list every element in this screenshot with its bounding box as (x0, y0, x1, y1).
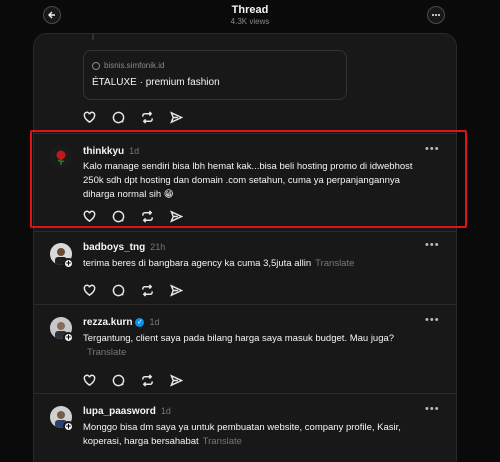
repost-button[interactable] (140, 110, 155, 125)
post-text-content: Monggo bisa dm saya ya untuk pembuatan w… (83, 422, 401, 447)
username-text[interactable]: lupa_paasword (83, 406, 156, 417)
heart-icon (83, 374, 96, 387)
post-time: 1d (149, 317, 160, 327)
post-time: 21h (150, 242, 166, 252)
comment-icon (112, 374, 125, 387)
reply-button[interactable] (111, 110, 126, 125)
top-bar: Thread 4.3K views (0, 0, 500, 34)
comment-icon (112, 284, 125, 297)
username[interactable]: rezza.kurn ✓ 1d (83, 317, 159, 328)
repost-icon (142, 284, 153, 297)
translate-link[interactable]: Translate (203, 436, 242, 447)
comment-icon (112, 111, 125, 124)
view-count: 4.3K views (230, 17, 270, 26)
send-icon (170, 374, 183, 387)
link-domain: bisnis.simfonik.id (104, 61, 165, 70)
page-title: Thread (231, 4, 269, 16)
reply-button[interactable] (111, 283, 126, 298)
post-text: Monggo bisa dm saya ya untuk pembuatan w… (83, 421, 433, 449)
translate-link[interactable]: Translate (315, 258, 354, 269)
like-button[interactable] (82, 373, 97, 388)
post-time: 1d (160, 406, 171, 416)
username[interactable]: lupa_paasword 1d (83, 406, 171, 417)
post-text: Tergantung, client saya pada bilang harg… (83, 332, 433, 360)
thread-connector (92, 34, 94, 40)
globe-icon (92, 61, 100, 70)
reply-post: + badboys_tng 21h ••• terima beres di ban… (34, 232, 456, 304)
username-text[interactable]: badboys_tng (83, 242, 145, 253)
reply-button[interactable] (111, 373, 126, 388)
post-actions (82, 283, 184, 298)
send-icon (170, 284, 183, 297)
post-text-content: Tergantung, client saya pada bilang harg… (83, 333, 395, 344)
repost-button[interactable] (140, 283, 155, 298)
follow-button[interactable]: + (63, 421, 74, 432)
post-text-content: terima beres di bangbara agency ka cuma … (83, 258, 312, 269)
verified-badge-icon: ✓ (135, 317, 145, 327)
share-button[interactable] (169, 283, 184, 298)
repost-icon (142, 374, 153, 387)
like-button[interactable] (82, 283, 97, 298)
heart-icon (83, 111, 96, 124)
link-domain-row: bisnis.simfonik.id (92, 61, 164, 70)
post-options-button[interactable]: ••• (425, 314, 440, 326)
share-button[interactable] (169, 373, 184, 388)
reply-post: + lupa_paasword 1d ••• Monggo bisa dm say… (34, 394, 456, 462)
link-preview-card[interactable]: bisnis.simfonik.id ÉTALUXE · premium fas… (83, 50, 347, 100)
thread-options-button[interactable] (427, 6, 445, 24)
username[interactable]: badboys_tng 21h (83, 242, 165, 253)
more-icon (432, 14, 440, 16)
follow-button[interactable]: + (63, 258, 74, 269)
post-options-button[interactable]: ••• (425, 403, 440, 415)
send-icon (170, 111, 183, 124)
post-actions (82, 373, 184, 388)
post-options-button[interactable]: ••• (425, 239, 440, 251)
repost-button[interactable] (140, 373, 155, 388)
repost-icon (142, 111, 153, 124)
link-title: ÉTALUXE · premium fashion (92, 77, 220, 88)
heart-icon (83, 284, 96, 297)
reply-post: + rezza.kurn ✓ 1d ••• Tergantung, client s… (34, 305, 456, 393)
username-text[interactable]: rezza.kurn (83, 317, 132, 328)
thread-panel: bisnis.simfonik.id ÉTALUXE · premium fas… (33, 33, 457, 462)
translate-link[interactable]: Translate (87, 347, 126, 358)
follow-button[interactable]: + (63, 332, 74, 343)
post-text: terima beres di bangbara agency ka cuma … (83, 257, 433, 271)
share-button[interactable] (169, 110, 184, 125)
highlight-box (30, 130, 467, 228)
like-button[interactable] (82, 110, 97, 125)
post-actions (82, 110, 184, 125)
